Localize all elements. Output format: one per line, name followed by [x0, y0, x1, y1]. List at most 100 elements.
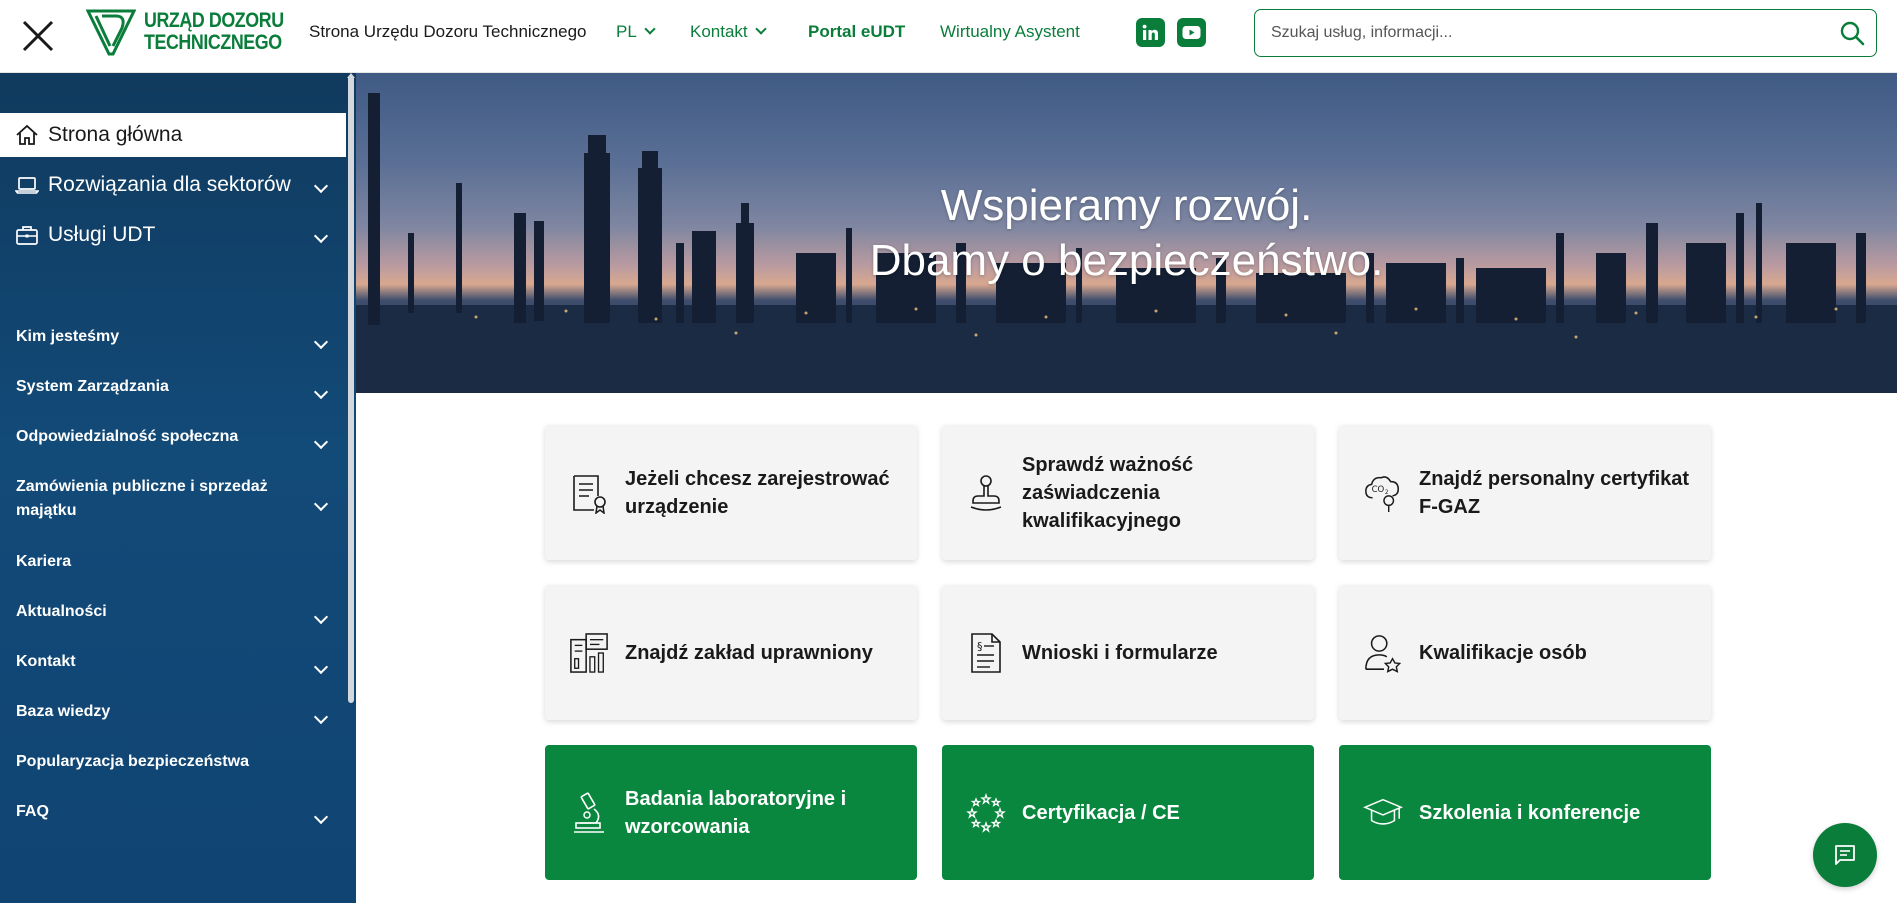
chevron-down-icon: [313, 706, 329, 730]
chevron-down-icon: [313, 223, 329, 247]
close-menu-button[interactable]: [18, 16, 58, 56]
nav-virtual-assistant-link[interactable]: Wirtualny Asystent: [940, 22, 1080, 42]
svg-text:§: §: [977, 640, 983, 653]
sidebar-item-knowledge-base[interactable]: Baza wiedzy: [0, 700, 346, 725]
legal-document-icon: §: [966, 630, 1006, 676]
hero-heading-line2: Dbamy o bezpieczeństwo.: [869, 236, 1384, 285]
sidebar-item-label: Zamówienia publiczne i sprzedaż majątku: [16, 478, 268, 519]
home-icon: [15, 123, 41, 147]
search-input[interactable]: [1255, 10, 1828, 56]
sidebar-item-about[interactable]: Kim jesteśmy: [0, 325, 346, 350]
tile-find-authorized-plant[interactable]: Znajdź zakład uprawniony: [545, 585, 917, 720]
chat-icon: [1835, 845, 1855, 865]
chevron-down-icon: [754, 23, 767, 35]
co2-cloud-icon: CO 2: [1363, 470, 1403, 516]
sidebar-item-social-responsibility[interactable]: Odpowiedzialność społeczna: [0, 425, 346, 450]
language-label: PL: [616, 22, 637, 41]
chevron-down-icon: [313, 431, 329, 455]
linkedin-button[interactable]: [1136, 18, 1165, 47]
hero-heading-line1: Wspieramy rozwój.: [940, 181, 1313, 230]
person-badge-icon: [1363, 630, 1403, 676]
sidebar-item-label: Rozwiązania dla sektorów: [48, 173, 291, 196]
top-header: URZĄD DOZORU TECHNICZNEGO Strona Urzędu …: [0, 0, 1897, 73]
sidebar-item-label: FAQ: [16, 803, 49, 820]
youtube-icon: [1182, 26, 1201, 39]
chevron-down-icon: [313, 331, 329, 355]
tile-trainings-conferences[interactable]: Szkolenia i konferencje: [1339, 745, 1711, 880]
chevron-down-icon: [313, 493, 329, 517]
sidebar-item-label: Odpowiedzialność społeczna: [16, 428, 239, 445]
sidebar-scrollbar[interactable]: [348, 75, 354, 703]
sidebar-item-news[interactable]: Aktualności: [0, 600, 346, 625]
tile-label: Wnioski i formularze: [1022, 641, 1218, 664]
stamp-icon: [966, 470, 1006, 516]
logo-line2: TECHNICZNEGO: [144, 31, 282, 54]
sidebar-item-label: System Zarządzania: [16, 378, 169, 395]
tile-label: Szkolenia i konferencje: [1419, 801, 1641, 824]
sidebar-item-label: Kariera: [16, 553, 72, 570]
tile-label: Znajdź personalny certyfikat F-GAZ: [1419, 467, 1690, 518]
nav-portal-eudt-link[interactable]: Portal eUDT: [808, 22, 905, 42]
tile-check-certificate[interactable]: Sprawdź ważność zaświadczenia kwalifikac…: [942, 425, 1314, 560]
tile-label: Znajdź zakład uprawniony: [625, 641, 873, 664]
tile-personal-qualifications[interactable]: Kwalifikacje osób: [1339, 585, 1711, 720]
sidebar-item-label: Baza wiedzy: [16, 703, 111, 720]
chevron-down-icon: [313, 656, 329, 680]
logo-text: URZĄD DOZORU TECHNICZNEGO: [144, 10, 284, 54]
sidebar-item-udt-services[interactable]: Usługi UDT: [0, 213, 346, 257]
briefcase-icon: [15, 223, 41, 247]
sidebar-menu: Strona główna Rozwiązania dla sektorów U…: [0, 73, 356, 903]
sidebar-item-faq[interactable]: FAQ: [0, 800, 346, 825]
linkedin-icon: [1142, 24, 1158, 40]
chevron-down-icon: [313, 381, 329, 405]
sidebar-item-label: Kontakt: [16, 653, 76, 670]
sidebar-item-label: Kim jesteśmy: [16, 328, 120, 345]
tile-label: Certyfikacja / CE: [1022, 801, 1180, 824]
nav-contact-dropdown[interactable]: Kontakt: [690, 22, 767, 42]
certificate-document-icon: [569, 470, 609, 516]
tile-label: Badania laboratoryjne i wzorcowania: [625, 787, 847, 838]
sidebar-item-label: Popularyzacja bezpieczeństwa: [16, 753, 249, 770]
laptop-icon: [15, 173, 41, 197]
sidebar-item-label: Strona główna: [48, 123, 183, 146]
svg-text:CO: CO: [1372, 485, 1385, 495]
microscope-icon: [569, 790, 609, 836]
hero-banner: Wspieramy rozwój. Dbamy o bezpieczeństwo…: [356, 73, 1897, 393]
search-box: [1254, 9, 1877, 57]
tile-applications-forms[interactable]: § Wnioski i formularze: [942, 585, 1314, 720]
sidebar-item-label: Usługi UDT: [48, 223, 156, 246]
sidebar-item-public-procurement[interactable]: Zamówienia publiczne i sprzedaż majątku: [0, 475, 346, 523]
chevron-down-icon: [644, 23, 656, 35]
search-icon: [1840, 21, 1865, 46]
tile-register-device[interactable]: Jeżeli chcesz zarejestrować urządzenie: [545, 425, 917, 560]
sidebar-item-management-system[interactable]: System Zarządzania: [0, 375, 346, 400]
building-chart-icon: [569, 630, 609, 676]
contact-label: Kontakt: [690, 22, 748, 41]
udt-logo[interactable]: URZĄD DOZORU TECHNICZNEGO: [86, 8, 308, 56]
graduation-cap-icon: [1363, 790, 1403, 836]
chevron-down-icon: [313, 606, 329, 630]
language-dropdown[interactable]: PL: [616, 22, 656, 42]
sidebar-item-career[interactable]: Kariera: [0, 550, 346, 574]
nav-home-link[interactable]: Strona Urzędu Dozoru Technicznego: [309, 22, 587, 42]
chevron-down-icon: [313, 173, 329, 197]
tile-label: Sprawdź ważność zaświadczenia kwalifikac…: [1022, 453, 1194, 532]
svg-text:2: 2: [1385, 489, 1389, 495]
tile-label: Kwalifikacje osób: [1419, 641, 1587, 664]
sidebar-item-label: Aktualności: [16, 603, 107, 620]
sidebar-item-safety-promotion[interactable]: Popularyzacja bezpieczeństwa: [0, 750, 346, 774]
search-button[interactable]: [1828, 10, 1876, 56]
tile-laboratory-tests[interactable]: Badania laboratoryjne i wzorcowania: [545, 745, 917, 880]
sidebar-item-contact[interactable]: Kontakt: [0, 650, 346, 675]
sidebar-item-home[interactable]: Strona główna: [0, 113, 346, 157]
youtube-button[interactable]: [1177, 18, 1206, 47]
chevron-down-icon: [313, 806, 329, 830]
eu-stars-icon: [966, 790, 1006, 836]
udt-logo-mark: [86, 9, 136, 56]
tile-label: Jeżeli chcesz zarejestrować urządzenie: [625, 467, 890, 518]
sidebar-item-sectors[interactable]: Rozwiązania dla sektorów: [0, 163, 346, 207]
chat-button[interactable]: [1813, 823, 1877, 887]
tile-certification-ce[interactable]: Certyfikacja / CE: [942, 745, 1314, 880]
tile-fgas-certificate[interactable]: CO 2 Znajdź personalny certyfikat F-GAZ: [1339, 425, 1711, 560]
logo-line1: URZĄD DOZORU: [144, 9, 284, 32]
